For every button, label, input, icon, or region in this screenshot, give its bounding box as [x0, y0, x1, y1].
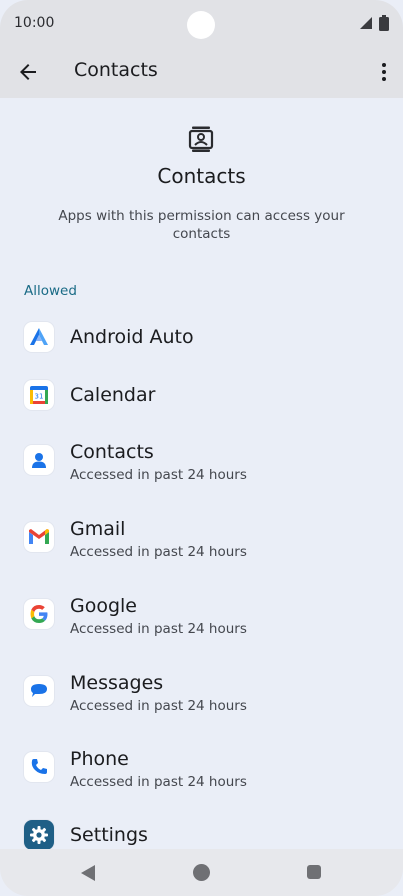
android-auto-icon	[24, 322, 54, 352]
app-name: Calendar	[70, 384, 156, 406]
camera-cutout	[187, 11, 215, 39]
signal-icon	[360, 17, 372, 29]
list-item-messages[interactable]: Messages Accessed in past 24 hours	[0, 659, 403, 729]
app-name: Contacts	[70, 441, 154, 463]
app-access-subtitle: Accessed in past 24 hours	[70, 544, 247, 560]
app-access-subtitle: Accessed in past 24 hours	[70, 698, 247, 714]
app-name: Google	[70, 595, 138, 617]
app-access-subtitle: Accessed in past 24 hours	[70, 467, 247, 483]
google-icon	[24, 599, 54, 629]
nav-recents-icon[interactable]	[307, 865, 321, 879]
app-access-subtitle: Accessed in past 24 hours	[70, 621, 247, 637]
page-title: Contacts	[74, 59, 158, 81]
screen: 10:00 Contacts Contacts Apps with this p…	[0, 0, 403, 896]
app-name: Messages	[70, 672, 164, 694]
app-name: Phone	[70, 748, 129, 770]
more-options-icon[interactable]	[379, 60, 389, 84]
messages-icon	[24, 676, 54, 706]
battery-icon	[379, 15, 389, 31]
list-item-calendar[interactable]: 31 Calendar	[0, 360, 403, 430]
gmail-icon	[24, 522, 54, 552]
status-icons	[359, 15, 389, 31]
list-item-gmail[interactable]: Gmail Accessed in past 24 hours	[0, 505, 403, 575]
nav-home-icon[interactable]	[193, 864, 210, 881]
calendar-day-text: 31	[35, 393, 44, 401]
list-item-google[interactable]: Google Accessed in past 24 hours	[0, 582, 403, 652]
app-bar: Contacts	[0, 48, 403, 98]
nav-back-icon[interactable]	[80, 864, 96, 882]
permission-description: Apps with this permission can access you…	[58, 208, 345, 242]
app-name: Gmail	[70, 518, 126, 540]
app-name: Android Auto	[70, 326, 194, 348]
section-label-allowed: Allowed	[24, 283, 77, 299]
contacts-card-icon	[188, 126, 214, 152]
permission-title: Contacts	[157, 164, 246, 188]
app-name: Settings	[70, 824, 148, 846]
phone-icon	[24, 752, 54, 782]
status-time: 10:00	[14, 15, 55, 31]
system-nav-bar	[0, 849, 403, 896]
calendar-icon: 31	[24, 380, 54, 410]
list-item-phone[interactable]: Phone Accessed in past 24 hours	[0, 735, 403, 805]
list-item-contacts[interactable]: Contacts Accessed in past 24 hours	[0, 428, 403, 498]
back-arrow-icon[interactable]	[16, 60, 40, 84]
settings-icon	[24, 820, 54, 850]
app-access-subtitle: Accessed in past 24 hours	[70, 774, 247, 790]
contacts-icon	[24, 445, 54, 475]
status-bar: 10:00	[0, 0, 403, 48]
